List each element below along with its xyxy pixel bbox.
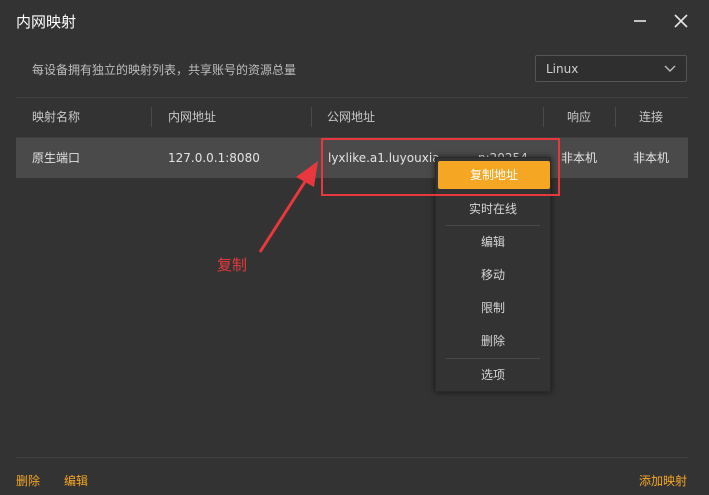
minimize-icon	[634, 20, 646, 22]
cell-response: 非本机	[561, 151, 598, 165]
menu-item-limit[interactable]: 限制	[436, 294, 550, 322]
menu-separator	[446, 358, 540, 359]
column-separator	[151, 107, 152, 127]
cell-name: 原生端口	[32, 151, 81, 165]
add-mapping-button[interactable]: 添加映射	[639, 472, 687, 489]
os-select[interactable]: Linux	[535, 55, 687, 82]
highlight-box	[321, 138, 560, 196]
menu-separator	[446, 225, 540, 226]
footer-divider	[16, 457, 688, 458]
menu-item-delete[interactable]: 删除	[436, 327, 550, 355]
column-header-local[interactable]: 内网地址	[168, 98, 216, 137]
column-header-connection[interactable]: 连接	[639, 98, 663, 137]
column-header-name[interactable]: 映射名称	[32, 98, 80, 137]
column-header-public[interactable]: 公网地址	[327, 98, 375, 137]
column-separator	[311, 107, 312, 127]
column-separator	[615, 107, 616, 127]
window-title: 内网映射	[16, 13, 77, 31]
column-separator	[543, 107, 544, 127]
close-icon	[674, 14, 688, 28]
table-header: 映射名称 内网地址 公网地址 响应 连接	[16, 97, 688, 138]
menu-item-move[interactable]: 移动	[436, 261, 550, 289]
menu-item-edit[interactable]: 编辑	[436, 228, 550, 256]
minimize-button[interactable]	[629, 10, 651, 32]
close-button[interactable]	[670, 10, 692, 32]
edit-button[interactable]: 编辑	[64, 472, 88, 489]
menu-item-realtime-online[interactable]: 实时在线	[436, 195, 550, 223]
annotation-arrow-icon	[258, 161, 318, 253]
menu-item-options[interactable]: 选项	[436, 361, 550, 389]
column-header-response[interactable]: 响应	[567, 98, 591, 137]
title-bar: 内网映射	[0, 0, 709, 44]
cell-connection: 非本机	[633, 151, 670, 165]
annotation-label: 复制	[217, 256, 248, 274]
delete-button[interactable]: 删除	[16, 472, 40, 489]
cell-local-address: 127.0.0.1:8080	[168, 151, 260, 165]
chevron-down-icon	[664, 65, 676, 72]
description-text: 每设备拥有独立的映射列表，共享账号的资源总量	[32, 63, 297, 77]
os-select-value: Linux	[546, 62, 579, 76]
